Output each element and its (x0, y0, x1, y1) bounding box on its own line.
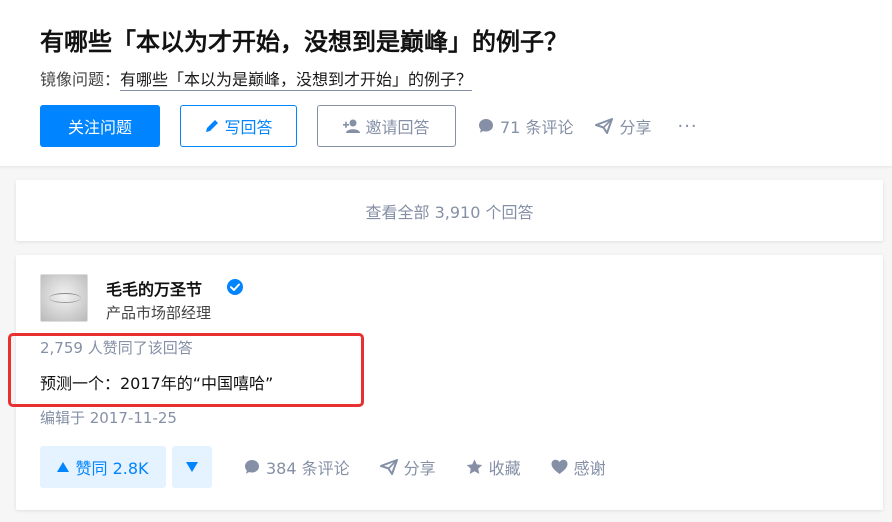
star-icon (466, 459, 482, 474)
question-header: 有哪些「本以为才开始，没想到是巅峰」的例子？ 镜像问题：有哪些「本以为是巅峰，没… (0, 0, 892, 166)
invite-answer-button[interactable]: 邀请回答 (317, 105, 456, 147)
add-user-icon (343, 119, 361, 133)
downvote-button[interactable] (172, 446, 212, 488)
author-avatar[interactable] (40, 274, 88, 322)
pencil-icon (206, 120, 219, 132)
follow-question-button[interactable]: 关注问题 (40, 105, 160, 147)
collect-button[interactable]: 收藏 (466, 455, 521, 479)
thanks-button[interactable]: 感谢 (551, 455, 606, 479)
question-comments-label: 71 条评论 (500, 118, 574, 137)
author-headline: 产品市场部经理 (106, 304, 212, 322)
comment-icon (245, 460, 259, 474)
question-comments-button[interactable]: 71 条评论 (478, 114, 573, 138)
answer-card: 毛毛的万圣节 产品市场部经理 2,759 人赞同了该回答 预测一个：2017年的… (8, 255, 883, 510)
triangle-up-icon (57, 462, 70, 472)
question-share-button[interactable]: 分享 (595, 114, 651, 138)
edit-date[interactable]: 编辑于 2017-11-25 (40, 407, 177, 428)
vote-count-text: 2,759 人赞同了该回答 (40, 339, 193, 357)
answer-share-button[interactable]: 分享 (379, 455, 436, 479)
view-all-answers-button[interactable]: 查看全部 3,910 个回答 (16, 180, 883, 241)
view-all-answers-label: 查看全部 3,910 个回答 (365, 202, 534, 222)
share-icon (595, 118, 614, 134)
thanks-label: 感谢 (573, 459, 606, 478)
answer-share-label: 分享 (403, 459, 436, 478)
mirror-question-link[interactable]: 有哪些「本以为是巅峰，没想到才开始」的例子？ (120, 70, 473, 91)
answer-action-bar: 赞同 2.8K 384 条评论 分享 收藏 感谢 (40, 446, 606, 488)
question-share-label: 分享 (619, 118, 652, 137)
upvote-button[interactable]: 赞同 2.8K (40, 446, 166, 488)
heart-icon (551, 459, 568, 474)
triangle-down-icon (186, 462, 198, 472)
follow-question-label: 关注问题 (67, 118, 132, 137)
upvote-label: 赞同 2.8K (75, 459, 149, 478)
answer-comments-label: 384 条评论 (266, 459, 350, 478)
mirror-question: 镜像问题：有哪些「本以为是巅峰，没想到才开始」的例子？ (40, 68, 473, 92)
write-answer-label: 写回答 (224, 118, 273, 137)
avatar-signature-mark (49, 293, 81, 303)
more-options-button[interactable]: ··· (677, 116, 697, 137)
question-title: 有哪些「本以为才开始，没想到是巅峰」的例子？ (40, 28, 568, 56)
answer-content[interactable]: 预测一个：2017年的“中国嘻哈” (40, 370, 273, 394)
verified-badge-icon (227, 279, 243, 295)
answer-comments-button[interactable]: 384 条评论 (244, 455, 350, 479)
share-icon (379, 459, 398, 475)
author-name[interactable]: 毛毛的万圣节 (106, 276, 202, 300)
invite-answer-label: 邀请回答 (365, 118, 430, 137)
question-actions: 关注问题 写回答 邀请回答 71 条评论 分享 ··· (40, 105, 698, 147)
collect-label: 收藏 (488, 459, 521, 478)
comment-icon (479, 119, 493, 133)
write-answer-button[interactable]: 写回答 (180, 105, 297, 147)
mirror-question-prefix: 镜像问题： (40, 70, 121, 89)
